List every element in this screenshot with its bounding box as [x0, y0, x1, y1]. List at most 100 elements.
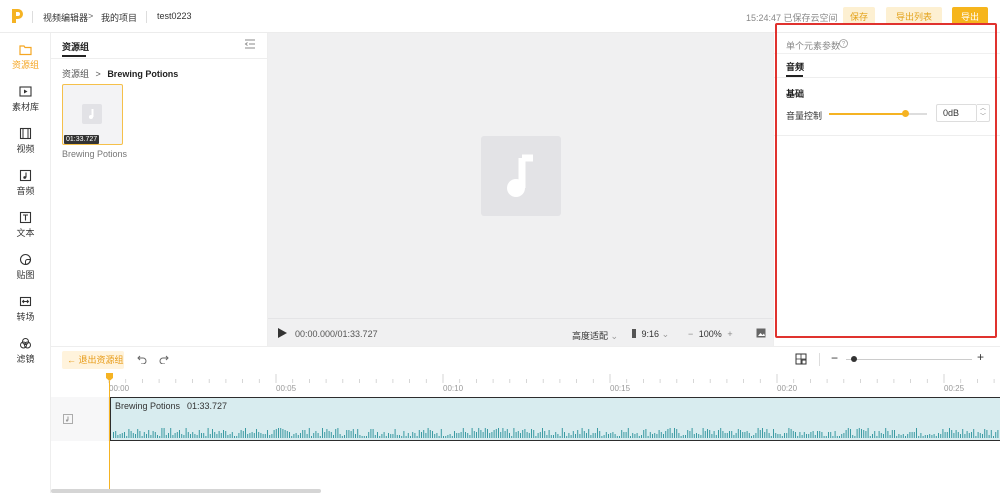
waveform-bar	[874, 431, 876, 438]
image-icon[interactable]	[756, 328, 766, 338]
waveform-bar	[128, 429, 130, 438]
waveform-bar	[214, 432, 216, 438]
waveform-bar	[205, 436, 207, 438]
waveform-bar	[440, 429, 442, 438]
audio-clip[interactable]: Brewing Potions 01:33.727	[110, 397, 1000, 441]
waveform-bar	[319, 436, 321, 438]
breadcrumb-my-projects[interactable]: 我的项目	[101, 11, 137, 24]
waveform-bar	[458, 433, 460, 438]
breadcrumb-editor[interactable]: 视频编辑器	[43, 11, 88, 24]
volume-stepper[interactable]: ︿ ﹀	[977, 104, 990, 122]
waveform-bar	[286, 431, 288, 438]
volume-slider-handle[interactable]	[901, 110, 909, 117]
waveform-bar	[179, 430, 180, 438]
waveform-bar	[678, 433, 680, 438]
aspect-ratio-select[interactable]: 9:16 ⌄	[632, 329, 669, 340]
waveform-bar	[198, 430, 200, 438]
nav-item-sticker[interactable]: 贴图	[0, 253, 51, 293]
nav-item-resource-group[interactable]: 资源组	[0, 43, 51, 83]
waveform-bar	[135, 434, 136, 438]
timeline-zoom-handle[interactable]	[851, 356, 857, 362]
help-icon[interactable]: ?	[839, 39, 848, 48]
exit-group-button[interactable]: ← 退出资源组	[62, 351, 124, 369]
waveform-bar	[249, 433, 251, 438]
waveform-bar	[711, 434, 713, 438]
waveform-bar	[434, 434, 436, 438]
waveform-bar	[975, 436, 977, 438]
nav-item-transition[interactable]: 转场	[0, 295, 51, 335]
waveform-bar	[500, 432, 502, 438]
waveform-bar	[898, 434, 900, 438]
collapse-panel-icon[interactable]	[244, 39, 256, 49]
waveform-bar	[808, 434, 810, 438]
play-icon[interactable]	[278, 328, 287, 338]
waveform-bar	[520, 433, 521, 438]
waveform-bar	[337, 428, 339, 438]
tab-audio[interactable]: 音频	[786, 60, 804, 73]
project-name[interactable]: test0223	[157, 11, 192, 21]
timeline-ruler[interactable]: 00:00 00:05 00:10 00:15 00:20 00:25	[51, 372, 1000, 394]
waveform-bar	[115, 431, 117, 438]
waveform-bar	[667, 429, 669, 438]
snap-icon[interactable]	[795, 353, 807, 365]
waveform-bar	[489, 433, 491, 438]
nav-item-text[interactable]: 文本	[0, 211, 51, 251]
volume-input[interactable]: 0dB	[936, 104, 977, 122]
horizontal-scrollbar[interactable]	[51, 489, 321, 493]
undo-icon[interactable]	[137, 354, 147, 364]
zoom-out-button[interactable]: −	[688, 329, 693, 339]
nav-item-media-library[interactable]: 素材库	[0, 85, 51, 125]
fit-select[interactable]: 高度适配 ⌄	[572, 329, 618, 342]
waveform-bar	[550, 435, 552, 438]
app-logo-icon[interactable]	[10, 8, 24, 24]
waveform-bar	[575, 434, 576, 438]
timeline-zoom-in-button[interactable]: +	[977, 350, 984, 364]
chevron-down-icon: ⌄	[610, 331, 619, 341]
waveform-bar	[814, 435, 816, 438]
waveform-bar	[960, 434, 961, 438]
tab-resource-group[interactable]: 资源组	[62, 40, 89, 53]
waveform-bar	[190, 434, 191, 438]
waveform-bar	[159, 436, 161, 438]
volume-label: 音量控制	[786, 111, 823, 121]
time-display: 00:00.000/01:33.727	[295, 329, 378, 339]
export-list-button[interactable]: 导出列表	[886, 7, 942, 25]
waveform-bar	[588, 429, 590, 438]
resource-thumbnail[interactable]: 01:33.727	[62, 84, 123, 145]
duration-badge: 01:33.727	[64, 135, 100, 144]
waveform-bar	[764, 432, 766, 438]
waveform-bar	[902, 434, 904, 438]
nav-item-filter[interactable]: 滤镜	[0, 337, 51, 377]
save-button[interactable]: 保存	[843, 7, 875, 25]
waveform-bar	[997, 430, 999, 438]
zoom-in-button[interactable]: +	[727, 329, 732, 339]
chevron-up-icon[interactable]: ︿	[977, 105, 989, 113]
waveform-bar	[284, 430, 286, 438]
waveform-bar	[867, 428, 869, 438]
waveform-bar	[443, 436, 444, 438]
nav-item-video[interactable]: 视频	[0, 127, 51, 167]
breadcrumb-root[interactable]: 资源组	[62, 69, 89, 79]
waveform-bar	[839, 436, 840, 438]
timeline-zoom-out-button[interactable]: −	[831, 351, 838, 365]
nav-item-audio[interactable]: 音频	[0, 169, 51, 209]
waveform-bar	[836, 436, 838, 438]
waveform-bar	[218, 431, 220, 438]
timeline-zoom-slider[interactable]	[846, 359, 972, 360]
waveform-bar	[656, 434, 658, 438]
waveform-bar	[847, 428, 849, 438]
playhead-handle[interactable]	[106, 373, 113, 381]
waveform-bar	[291, 436, 293, 438]
preview-canvas[interactable]	[268, 33, 773, 318]
waveform-bar	[953, 433, 955, 438]
nav-label: 贴图	[16, 270, 35, 280]
nav-label: 滤镜	[16, 354, 35, 364]
export-button[interactable]: 导出	[952, 7, 988, 25]
waveform-bar	[920, 433, 922, 438]
waveform-bar	[784, 433, 785, 438]
waveform-bar	[720, 428, 722, 438]
chevron-down-icon[interactable]: ﹀	[977, 113, 989, 121]
redo-icon[interactable]	[159, 354, 169, 364]
waveform-bar	[649, 432, 651, 438]
waveform-bar	[535, 436, 537, 438]
